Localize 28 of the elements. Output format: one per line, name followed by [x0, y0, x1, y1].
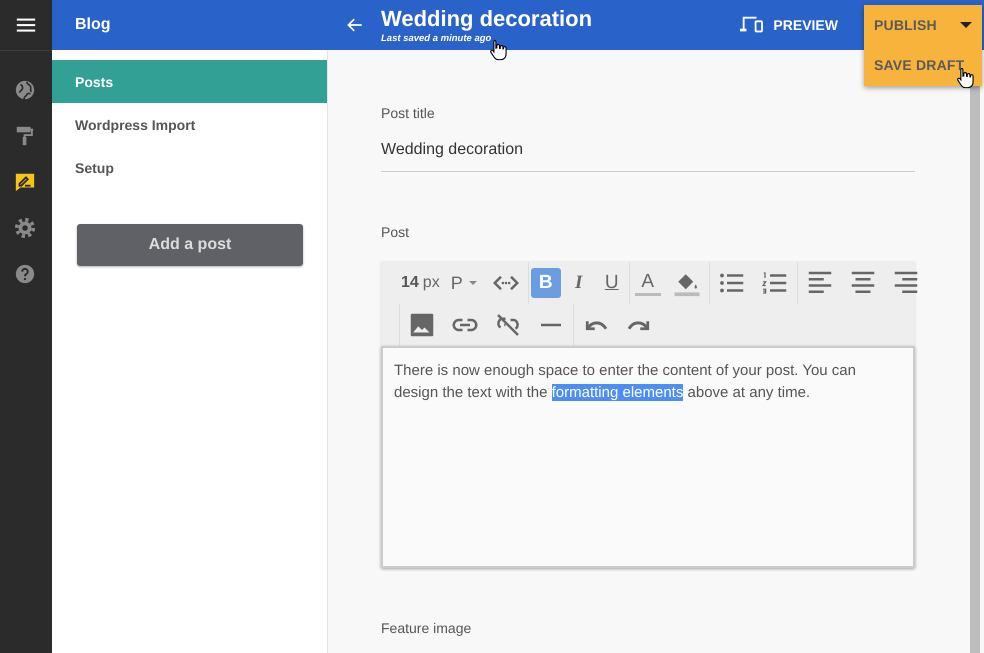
field-label: Feature image [381, 620, 472, 636]
italic-button[interactable]: I [564, 268, 594, 298]
sidebar-item[interactable]: Wordpress Import [52, 103, 327, 146]
paint-roller-icon[interactable] [14, 125, 36, 147]
field-label: Post title [381, 105, 436, 121]
publish-button[interactable]: PUBLISH [864, 5, 982, 45]
settings-icon[interactable] [14, 217, 36, 239]
sidebar-item[interactable]: Setup [52, 146, 327, 189]
pencil-comment-icon[interactable] [14, 171, 36, 193]
add-post-button[interactable]: Add a post [77, 224, 303, 266]
field-label: Post [381, 224, 410, 240]
help-icon[interactable] [14, 263, 36, 285]
underline-button[interactable]: U [596, 268, 627, 298]
font-size-selector[interactable]: 14 px [401, 274, 440, 292]
caret-icon [468, 281, 477, 285]
paragraph-dropdown[interactable]: P [450, 272, 477, 294]
globe-icon[interactable] [14, 79, 36, 101]
bold-button[interactable]: B [530, 268, 561, 298]
text-color-button[interactable]: A [634, 270, 661, 296]
menu-item[interactable]: SAVE DRAFT [864, 45, 982, 85]
post-title-field[interactable]: Wedding decoration [381, 141, 915, 172]
section-title: Blog [74, 16, 112, 34]
post-heading: Wedding decoration [381, 6, 594, 30]
post-content-editor[interactable]: There is now enough space to enter the content of your post. You can design the text with the formatting elements above at any time. [381, 346, 915, 568]
sidebar-item[interactable]: Posts [52, 60, 327, 103]
preview-button[interactable]: PREVIEW [738, 14, 838, 36]
caret-icon [960, 22, 972, 28]
save-status: Last saved a minute ago [381, 32, 492, 44]
